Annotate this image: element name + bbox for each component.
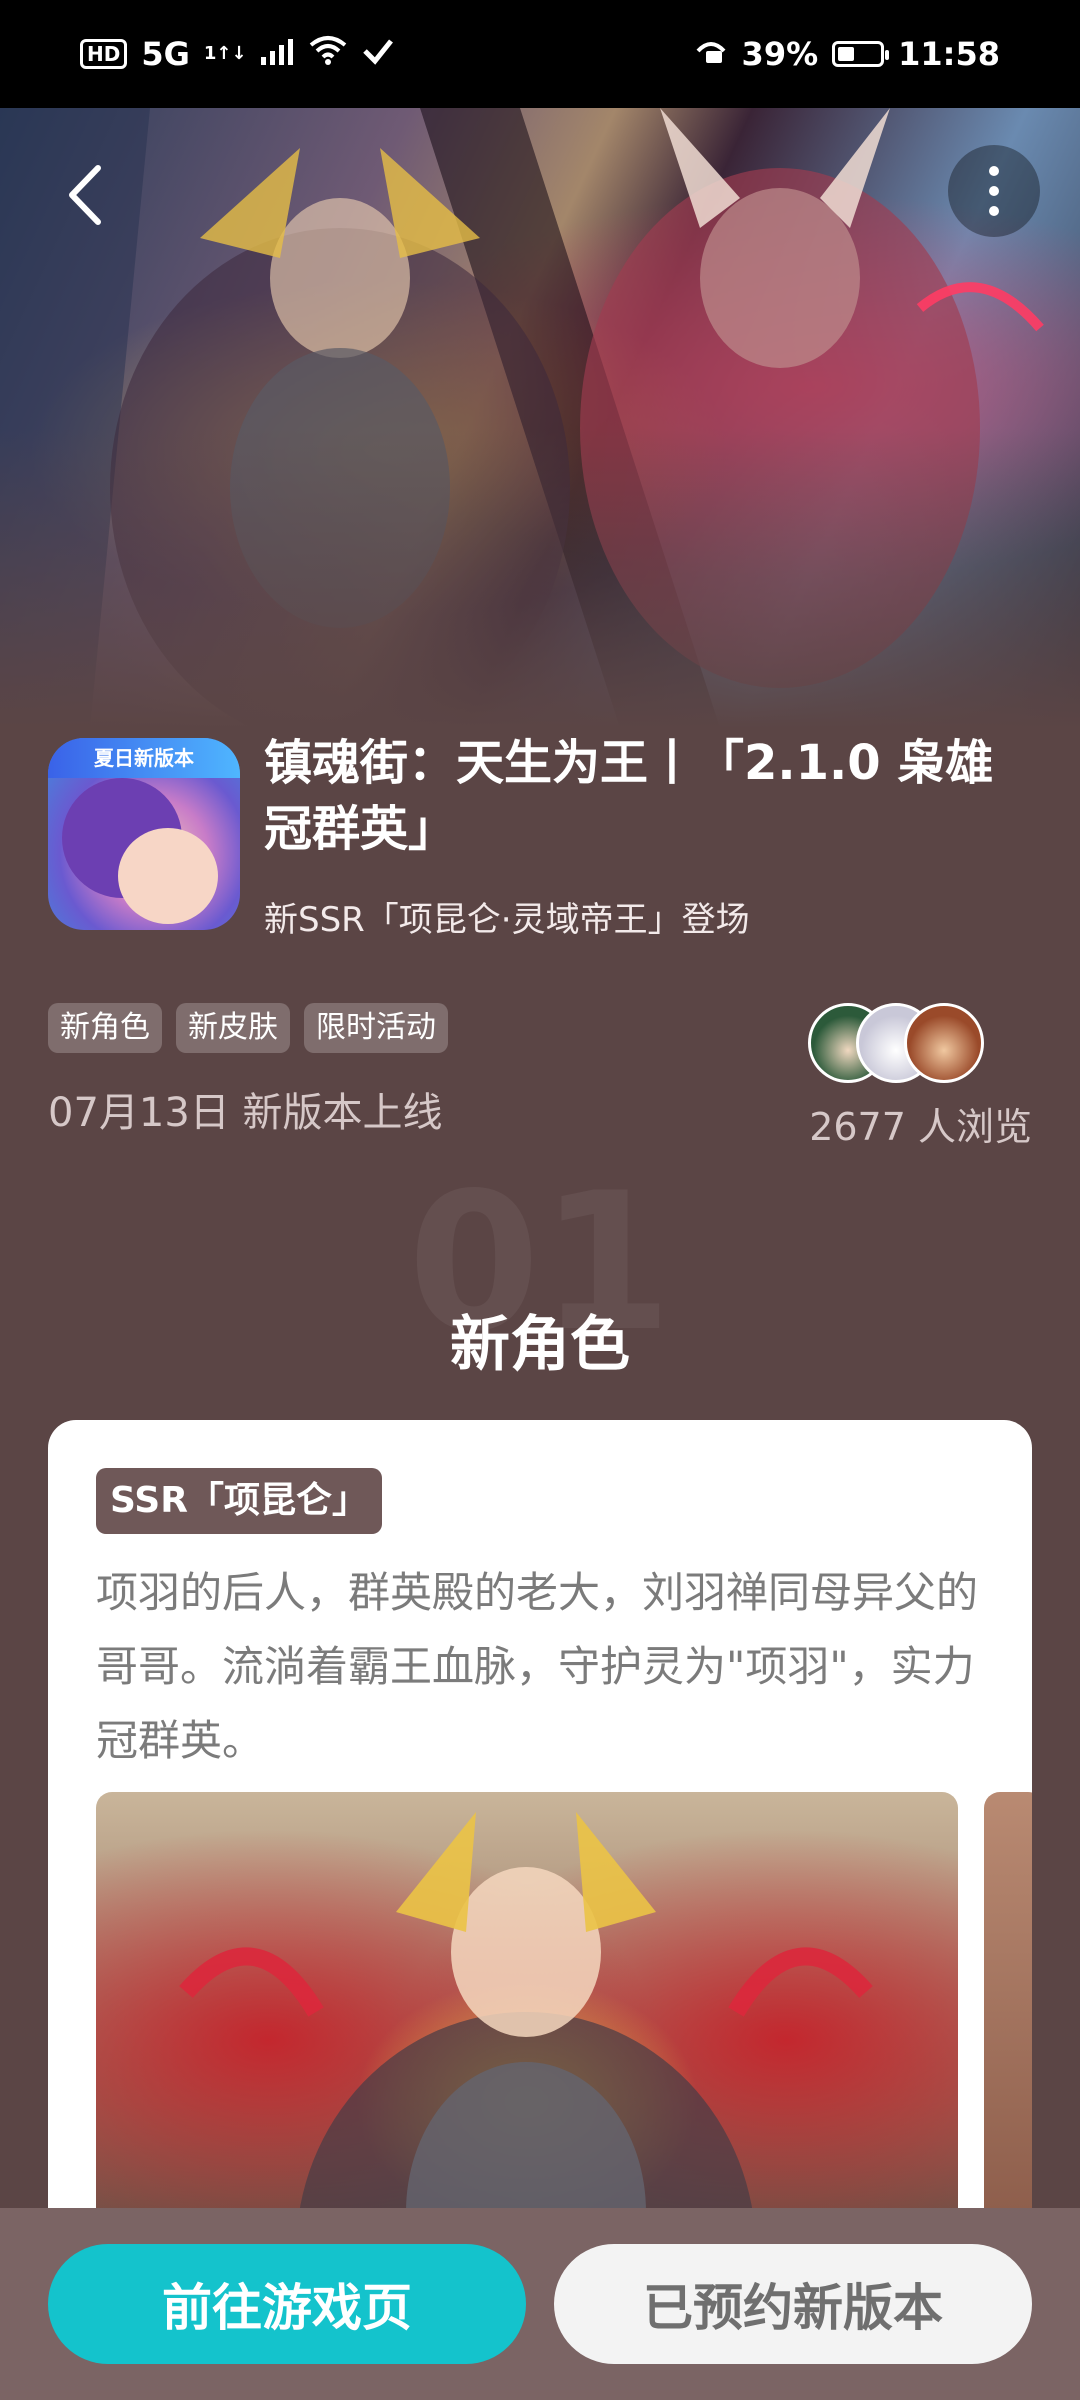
avatar — [904, 1003, 984, 1083]
section-title: 新角色 — [450, 1310, 630, 1380]
view-count: 2677 人浏览 — [809, 1105, 1032, 1149]
battery-icon — [832, 41, 890, 67]
status-right: 39% 11:58 — [694, 35, 1000, 73]
more-icon — [989, 166, 999, 216]
tag-list: 新角色 新皮肤 限时活动 — [48, 1003, 448, 1053]
app-icon[interactable]: 夏日新版本 — [48, 738, 240, 930]
back-button[interactable] — [40, 150, 130, 240]
reserved-version-button[interactable]: 已预约新版本 — [554, 2244, 1032, 2364]
status-left: HD 5G 1↑↓ — [80, 35, 395, 73]
tag-new-skin: 新皮肤 — [176, 1003, 290, 1053]
battery-fill — [838, 47, 855, 61]
network-type: 5G — [141, 35, 190, 73]
character-description: 项羽的后人，群英殿的老大，刘羽禅同母异父的哥哥。流淌着霸王血脉，守护灵为"项羽"… — [96, 1568, 979, 1765]
app-icon-badge: 夏日新版本 — [48, 738, 240, 778]
app-subtitle: 新SSR「项昆仑·灵域帝王」登场 — [264, 900, 750, 940]
more-button[interactable] — [948, 145, 1040, 237]
app-title: 镇魂街：天生为王丨「2.1.0 枭雄冠群英」 — [264, 735, 994, 857]
wifi-icon — [309, 35, 347, 73]
release-date: 07月13日 新版本上线 — [48, 1090, 443, 1136]
hero-fade — [0, 428, 1080, 728]
battery-percent: 39% — [741, 35, 819, 73]
back-icon — [69, 165, 101, 225]
tag-limited-event: 限时活动 — [304, 1003, 448, 1053]
icon-character-face — [118, 828, 218, 924]
viewer-avatars — [808, 1003, 984, 1083]
hd-indicator: HD — [80, 39, 128, 69]
character-badge: SSR「项昆仑」 — [96, 1468, 382, 1534]
signal-icon — [260, 35, 295, 73]
hero-banner — [0, 108, 1080, 728]
data-saver-icon — [361, 35, 395, 73]
go-to-game-button[interactable]: 前往游戏页 — [48, 2244, 526, 2364]
status-bar: HD 5G 1↑↓ 39% 11:58 — [0, 0, 1080, 108]
signal-sub: 1↑↓ — [203, 43, 247, 64]
bottom-action-bar: 前往游戏页 已预约新版本 — [0, 2208, 1080, 2400]
tag-new-character: 新角色 — [48, 1003, 162, 1053]
vpn-icon — [694, 35, 728, 73]
clock: 11:58 — [898, 35, 1000, 73]
